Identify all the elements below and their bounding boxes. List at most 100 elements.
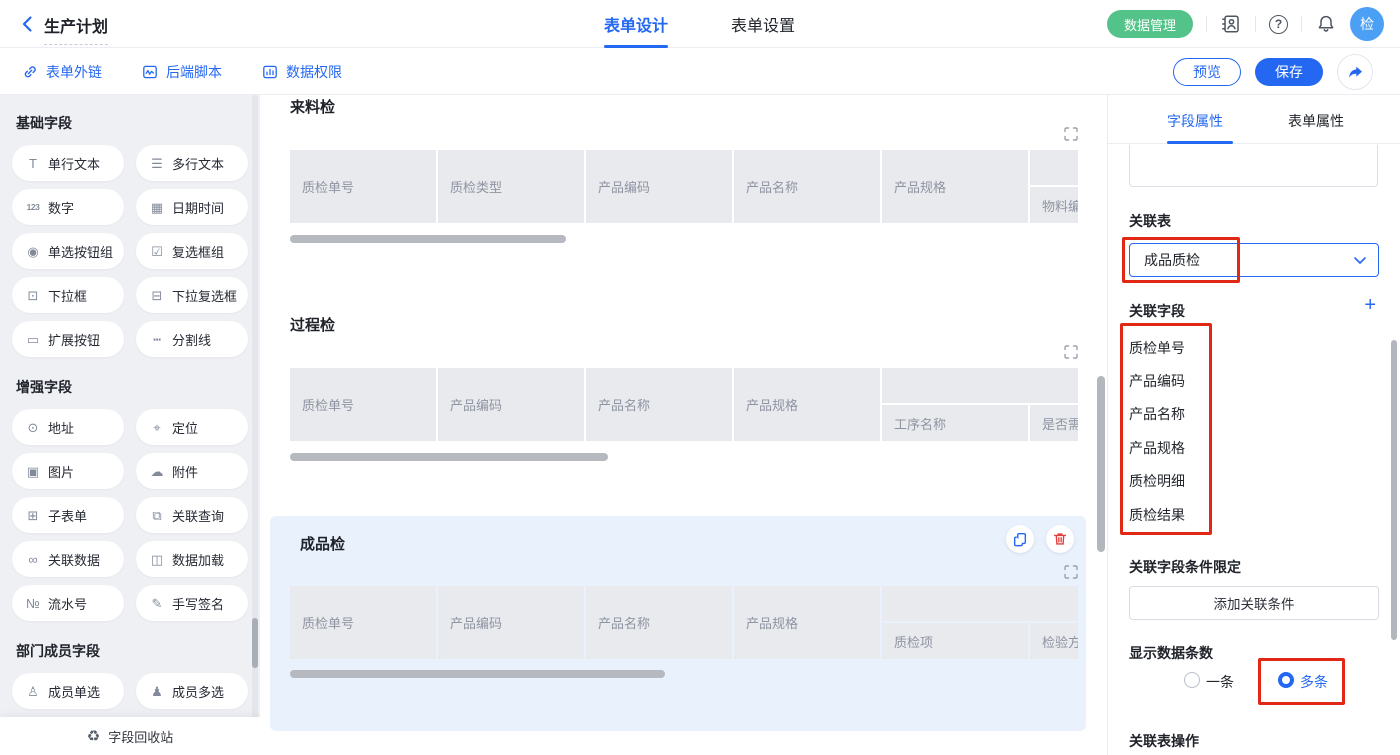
column-header: 产品规格 xyxy=(734,368,880,441)
column-header: 产品名称 xyxy=(586,586,732,659)
section-title-incoming-inspection: 来料检 xyxy=(290,96,335,117)
contacts-book-icon[interactable] xyxy=(1220,13,1242,35)
expand-icon[interactable] xyxy=(1064,127,1078,141)
field-pill[interactable]: ◫ 数据加载 xyxy=(136,541,248,577)
field-pill-label: 数据加载 xyxy=(172,550,224,569)
field-pill[interactable]: ☑ 复选框组 xyxy=(136,233,248,269)
sidebar-scrollbar-thumb[interactable] xyxy=(252,618,258,668)
column-group: 质检项 检验方法 xyxy=(882,586,1078,659)
recycle-icon: ♻ xyxy=(87,729,100,744)
field-pill[interactable]: ⌖ 定位 xyxy=(136,409,248,445)
field-pill[interactable]: ☰ 多行文本 xyxy=(136,145,248,181)
field-pill[interactable]: ▦ 日期时间 xyxy=(136,189,248,225)
share-button[interactable] xyxy=(1337,54,1373,90)
assoc-fields-label: 关联字段 xyxy=(1129,301,1185,321)
assoc-field-item[interactable]: 产品规格 xyxy=(1129,431,1185,464)
field-pill[interactable]: ♟ 成员多选 xyxy=(136,673,248,709)
field-pill[interactable]: ▭ 扩展按钮 xyxy=(12,321,124,357)
field-pill[interactable]: ♙ 成员单选 xyxy=(12,673,124,709)
toolbar-link-label: 数据权限 xyxy=(286,62,342,82)
linked-table-finished[interactable]: 质检单号产品编码产品名称产品规格 质检项 检验方法 xyxy=(290,586,1078,659)
horizontal-scrollbar[interactable] xyxy=(290,453,608,461)
field-pill[interactable]: ⧉ 关联查询 xyxy=(136,497,248,533)
assoc-table-value: 成品质检 xyxy=(1144,250,1200,270)
field-pill[interactable]: ⊟ 下拉复选框 xyxy=(136,277,248,313)
field-pill[interactable]: ◉ 单选按钮组 xyxy=(12,233,124,269)
column-header: 质检类型 xyxy=(438,150,584,223)
assoc-table-select[interactable]: 成品质检 xyxy=(1129,243,1379,277)
assoc-field-item[interactable]: 产品编码 xyxy=(1129,364,1185,397)
column-header: 是否需要 xyxy=(1030,405,1078,441)
delete-widget-button[interactable] xyxy=(1046,525,1074,553)
column-header: 检验方法 xyxy=(1030,623,1078,659)
field-pill-label: 图片 xyxy=(48,462,74,481)
assoc-field-item[interactable]: 质检明细 xyxy=(1129,465,1185,498)
field-pill[interactable]: ┅ 分割线 xyxy=(136,321,248,357)
field-pill[interactable]: ∞ 关联数据 xyxy=(12,541,124,577)
tab-field-properties[interactable]: 字段属性 xyxy=(1167,111,1223,131)
text-single-icon: T xyxy=(25,157,41,170)
data-manage-button[interactable]: 数据管理 xyxy=(1107,10,1193,38)
linked-table-incoming[interactable]: 质检单号质检类型产品编码产品名称产品规格 物料编码 xyxy=(290,150,1078,223)
horizontal-scrollbar[interactable] xyxy=(290,235,566,243)
column-header: 质检项 xyxy=(882,623,1028,659)
field-pill-label: 单行文本 xyxy=(48,154,100,173)
column-header: 产品编码 xyxy=(438,586,584,659)
tab-form-settings[interactable]: 表单设置 xyxy=(731,0,795,48)
linked-table-process[interactable]: 质检单号产品编码产品名称产品规格 工序名称 是否需要 xyxy=(290,368,1078,441)
canvas-scrollbar-thumb[interactable] xyxy=(1097,376,1105,552)
panel-scrollbar-thumb[interactable] xyxy=(1391,340,1397,640)
field-pill[interactable]: ⊙ 地址 xyxy=(12,409,124,445)
field-pill[interactable]: ☁ 附件 xyxy=(136,453,248,489)
horizontal-scrollbar[interactable] xyxy=(290,670,665,678)
column-header: 质检单号 xyxy=(290,368,436,441)
help-icon[interactable]: ? xyxy=(1269,15,1288,34)
field-pill[interactable]: 123 数字 xyxy=(12,189,124,225)
group-header xyxy=(882,586,1078,621)
column-header: 产品名称 xyxy=(734,150,880,223)
copy-icon xyxy=(1012,531,1028,547)
multi-select-icon: ⊟ xyxy=(149,289,165,302)
save-button[interactable]: 保存 xyxy=(1255,58,1323,86)
page-title[interactable]: 生产计划 xyxy=(44,13,108,45)
radio-one-record[interactable] xyxy=(1184,672,1200,688)
assoc-field-item[interactable]: 质检结果 xyxy=(1129,498,1185,531)
preview-button[interactable]: 预览 xyxy=(1173,58,1241,86)
toolbar-link-label: 后端脚本 xyxy=(166,62,222,82)
field-pill[interactable]: T 单行文本 xyxy=(12,145,124,181)
field-pill[interactable]: ✎ 手写签名 xyxy=(136,585,248,621)
radio-multi-record[interactable] xyxy=(1278,672,1294,688)
radio-one-label[interactable]: 一条 xyxy=(1206,672,1234,692)
selected-widget-finished-inspection[interactable]: 成品检 质检单号产品编码产品名称产品规格 xyxy=(270,516,1086,731)
toolbar-links: 表单外链 后端脚本 数据权限 xyxy=(22,48,342,95)
user-avatar[interactable]: 检 xyxy=(1350,7,1384,41)
field-pill[interactable]: ⊞ 子表单 xyxy=(12,497,124,533)
field-pill[interactable]: ▣ 图片 xyxy=(12,453,124,489)
field-pill-label: 定位 xyxy=(172,418,198,437)
backend-script-link[interactable]: 后端脚本 xyxy=(142,62,222,82)
section-title-process-inspection: 过程检 xyxy=(290,314,335,335)
divider xyxy=(1255,16,1256,32)
assoc-field-item[interactable]: 产品名称 xyxy=(1129,398,1185,431)
back-button[interactable] xyxy=(18,14,38,34)
enhanced-fields-grid: ⊙ 地址 ⌖ 定位 ▣ 图片 ☁ 附件 xyxy=(12,409,250,621)
radio-multi-label[interactable]: 多条 xyxy=(1300,672,1328,692)
field-pill[interactable]: № 流水号 xyxy=(12,585,124,621)
expand-icon[interactable] xyxy=(1064,565,1078,579)
form-external-link[interactable]: 表单外链 xyxy=(22,62,102,82)
subform-icon: ⊞ xyxy=(25,509,41,522)
field-pill[interactable]: ⊡ 下拉框 xyxy=(12,277,124,313)
add-condition-button[interactable]: 添加关联条件 xyxy=(1129,586,1379,620)
field-text-input[interactable] xyxy=(1129,145,1378,187)
notification-bell-icon[interactable] xyxy=(1315,13,1337,35)
field-recycle-bin[interactable]: ♻ 字段回收站 xyxy=(0,717,260,755)
add-field-icon[interactable]: + xyxy=(1364,295,1376,315)
tab-form-properties[interactable]: 表单属性 xyxy=(1288,111,1344,131)
column-group: 物料编码 xyxy=(1030,150,1078,223)
expand-icon[interactable] xyxy=(1064,345,1078,359)
assoc-field-item[interactable]: 质检单号 xyxy=(1129,331,1185,364)
tab-form-design[interactable]: 表单设计 xyxy=(604,0,668,48)
trash-icon xyxy=(1052,531,1068,547)
copy-widget-button[interactable] xyxy=(1006,525,1034,553)
data-permission-link[interactable]: 数据权限 xyxy=(262,62,342,82)
